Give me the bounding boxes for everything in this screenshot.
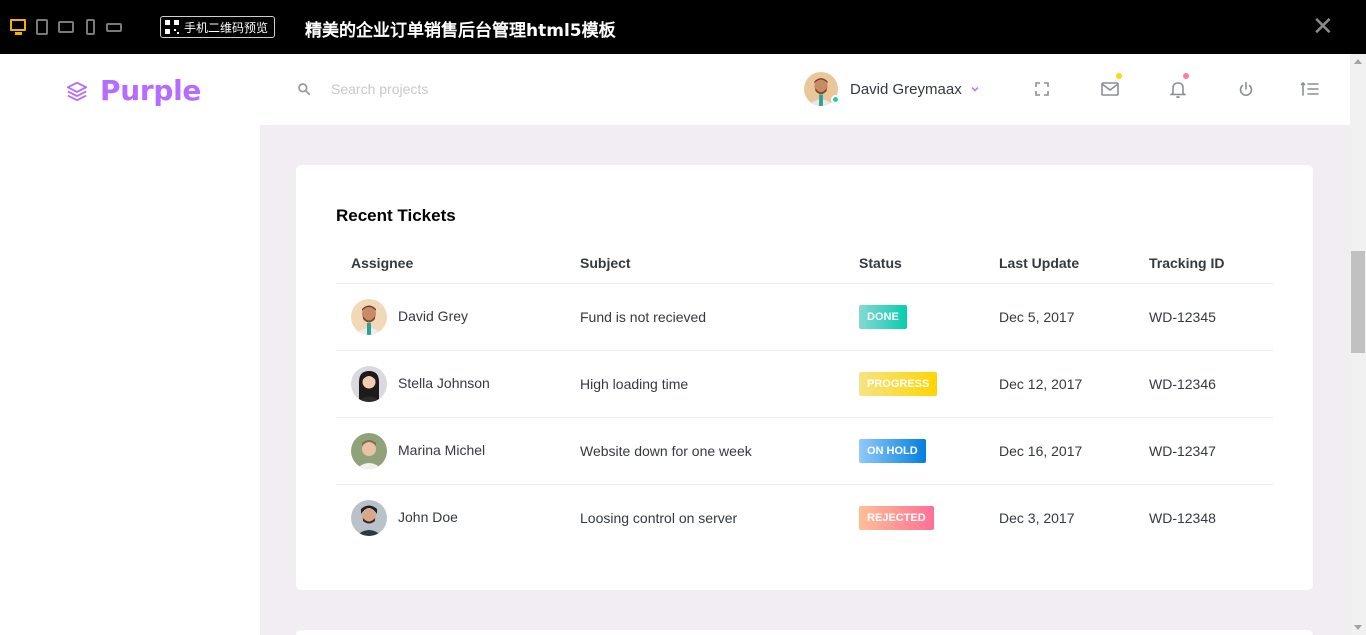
fullscreen-icon[interactable]: [1032, 79, 1052, 99]
status-cell: DONE: [844, 283, 984, 351]
bell-icon: [1169, 82, 1187, 99]
status-cell: ON HOLD: [844, 417, 984, 485]
brand-logo[interactable]: Purple: [66, 74, 201, 107]
column-header-status: Status: [844, 243, 984, 284]
layers-icon: [66, 81, 88, 101]
search-input[interactable]: [331, 81, 571, 97]
status-cell: PROGRESS: [844, 350, 984, 418]
subject-cell: Website down for one week: [565, 417, 844, 485]
table-row: John Doe Loosing control on server REJEC…: [336, 484, 1273, 551]
column-header-last-update: Last Update: [984, 243, 1134, 284]
last-update-cell: Dec 5, 2017: [984, 283, 1134, 351]
power-icon[interactable]: [1236, 79, 1256, 99]
mail-icon: [1101, 82, 1119, 96]
table-header-row: Assignee Subject Status Last Update Trac…: [336, 243, 1273, 284]
assignee-cell: David Grey: [336, 283, 565, 351]
notifications-button[interactable]: [1168, 73, 1189, 99]
search-bar: [297, 81, 571, 97]
avatar: [804, 72, 840, 106]
close-icon[interactable]: ✕: [1312, 12, 1334, 42]
next-card: [296, 630, 1313, 635]
status-badge: DONE: [859, 304, 907, 329]
subject-cell: High loading time: [565, 350, 844, 418]
qr-preview-label: 手机二维码预览: [184, 20, 269, 35]
scroll-down-arrow-icon[interactable]: [1354, 625, 1362, 630]
profile-dropdown[interactable]: David Greymaax: [804, 72, 980, 106]
assignee-name: John Doe: [398, 508, 458, 525]
profile-name: David Greymaax: [850, 80, 962, 98]
tracking-id-cell: WD-12345: [1134, 283, 1273, 351]
assignee-cell: John Doe: [336, 484, 565, 551]
desktop-view-icon[interactable]: [10, 19, 26, 35]
status-badge: REJECTED: [859, 505, 934, 530]
tablet-view-icon[interactable]: [36, 19, 48, 35]
list-icon[interactable]: [1300, 79, 1320, 99]
recent-tickets-card: Recent Tickets Assignee Subject Status L…: [296, 165, 1313, 590]
mail-notification-dot: [1116, 73, 1122, 79]
scrollbar-thumb[interactable]: [1351, 251, 1365, 353]
subject-cell: Fund is not recieved: [565, 283, 844, 351]
tracking-id-cell: WD-12346: [1134, 350, 1273, 418]
avatar: [351, 499, 387, 536]
table-row: David Grey Fund is not recieved DONE Dec…: [336, 283, 1273, 351]
tickets-table: Assignee Subject Status Last Update Trac…: [336, 243, 1273, 551]
assignee-name: David Grey: [398, 307, 469, 324]
assignee-cell: Stella Johnson: [336, 350, 565, 418]
avatar: [351, 432, 387, 469]
preview-toolbar: 手机二维码预览 精美的企业订单销售后台管理html5模板 ✕: [0, 0, 1366, 54]
sidebar: [0, 125, 260, 635]
qr-preview-button[interactable]: 手机二维码预览: [160, 16, 276, 38]
table-row: Marina Michel Website down for one week …: [336, 417, 1273, 485]
status-cell: REJECTED: [844, 484, 984, 551]
qr-code-icon: [165, 20, 179, 34]
bell-notification-dot: [1183, 73, 1189, 79]
phone-view-icon[interactable]: [86, 19, 95, 35]
tracking-id-cell: WD-12348: [1149, 509, 1216, 526]
tracking-id-cell: WD-12347: [1134, 417, 1273, 485]
scroll-up-arrow-icon[interactable]: [1354, 59, 1362, 64]
status-badge: ON HOLD: [859, 438, 926, 463]
mail-button[interactable]: [1100, 73, 1122, 99]
last-update-cell: Dec 12, 2017: [984, 350, 1134, 418]
card-title: Recent Tickets: [336, 206, 456, 225]
online-status-dot: [831, 95, 840, 104]
assignee-name: Marina Michel: [398, 441, 486, 458]
search-icon: [298, 83, 311, 96]
avatar: [351, 365, 387, 402]
preview-title: 精美的企业订单销售后台管理html5模板: [305, 21, 616, 41]
column-header-subject: Subject: [565, 243, 844, 284]
tablet-landscape-view-icon[interactable]: [58, 21, 74, 33]
chevron-down-icon: [971, 86, 979, 92]
phone-landscape-view-icon[interactable]: [106, 23, 122, 32]
last-update-cell: Dec 3, 2017: [999, 509, 1075, 526]
assignee-name: Stella Johnson: [398, 374, 490, 391]
status-badge: PROGRESS: [859, 371, 938, 396]
column-header-assignee: Assignee: [336, 243, 565, 284]
brand-name: Purple: [100, 74, 202, 107]
avatar: [351, 298, 387, 335]
subject-cell: Loosing control on server: [580, 509, 738, 526]
table-row: Stella Johnson High loading time PROGRES…: [336, 350, 1273, 418]
assignee-cell: Marina Michel: [336, 417, 565, 485]
previous-card: [296, 112, 1313, 125]
column-header-tracking-id: Tracking ID: [1134, 243, 1273, 284]
last-update-cell: Dec 16, 2017: [984, 417, 1134, 485]
